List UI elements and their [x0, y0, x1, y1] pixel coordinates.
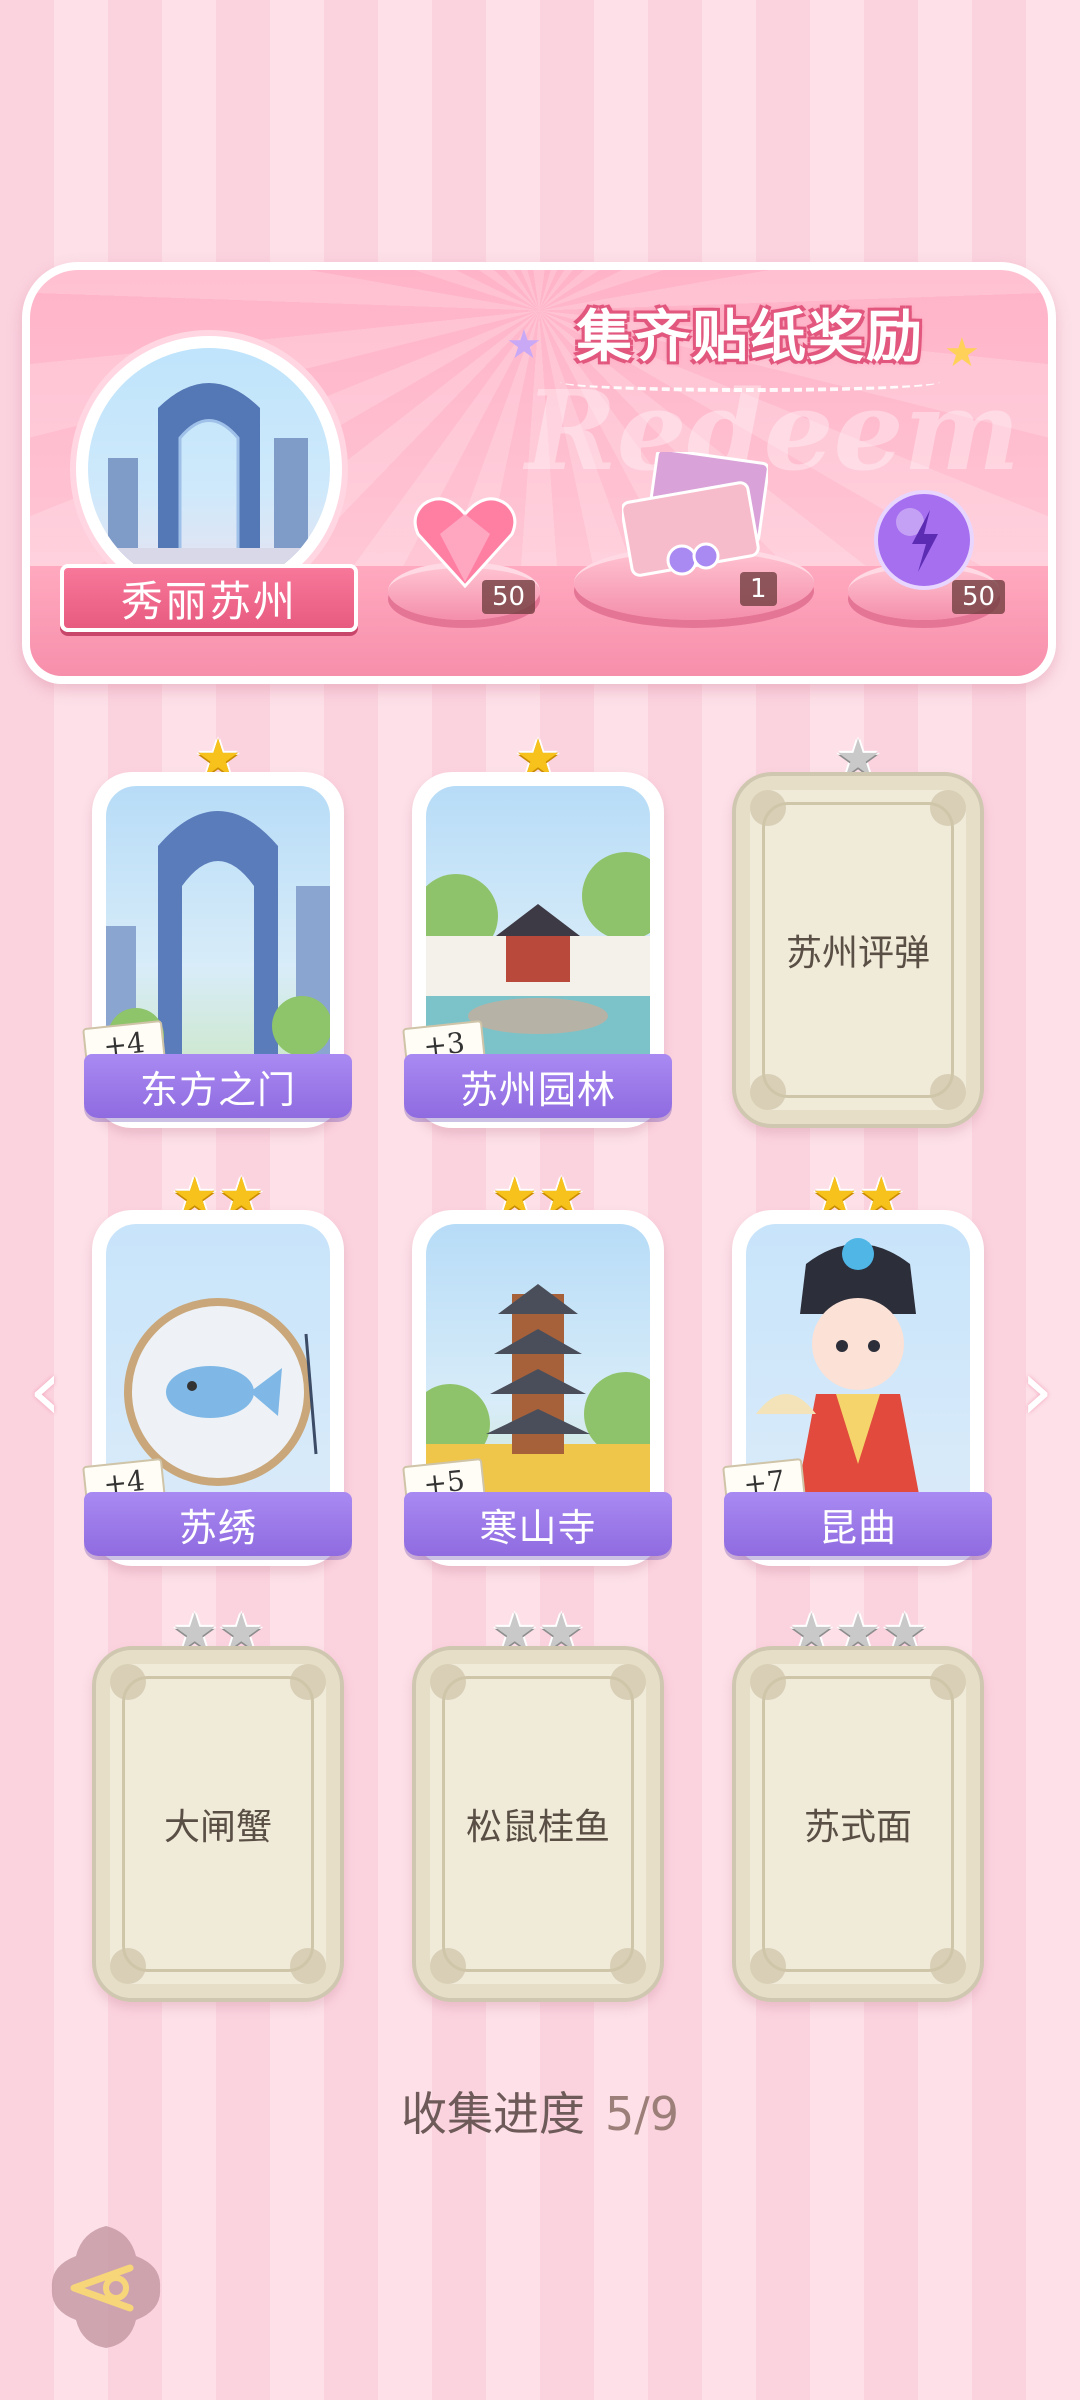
prev-page-arrow-icon[interactable]: ‹ — [20, 1341, 70, 1439]
sticker-card[interactable]: +4 苏绣 — [82, 1210, 352, 1566]
gift-box-icon — [620, 447, 770, 586]
city-name-ribbon: 秀丽苏州 — [60, 564, 358, 632]
next-page-arrow-icon[interactable]: › — [1012, 1341, 1062, 1439]
progress-label: 收集进度 — [400, 2087, 585, 2141]
reward-count: 50 — [482, 580, 536, 614]
sparkle-star-icon: ★ — [506, 322, 542, 368]
collection-progress: 收集进度 5/9 — [0, 2078, 1080, 2144]
locked-card[interactable]: 大闸蟹 — [92, 1646, 344, 2002]
card-name: 大闸蟹 — [122, 1676, 314, 1972]
reward-title: 集齐贴纸奖励 — [576, 304, 924, 370]
back-arrow-icon — [51, 2226, 161, 2348]
reward-count: 50 — [952, 580, 1006, 614]
sticker-card[interactable]: +4 东方之门 — [82, 772, 352, 1128]
card-name: 苏州园林 — [404, 1054, 672, 1118]
card-name: 东方之门 — [84, 1054, 352, 1118]
locked-card[interactable]: 松鼠桂鱼 — [412, 1646, 664, 2002]
sticker-card[interactable]: +7 昆曲 — [722, 1210, 992, 1566]
reward-count: 1 — [740, 572, 777, 606]
card-name: 寒山寺 — [404, 1492, 672, 1556]
card-name: 昆曲 — [724, 1492, 992, 1556]
locked-card[interactable]: 苏州评弹 — [732, 772, 984, 1128]
card-name: 苏式面 — [762, 1676, 954, 1972]
sticker-card[interactable]: +5 寒山寺 — [402, 1210, 672, 1566]
card-name: 苏州评弹 — [762, 802, 954, 1098]
city-image — [88, 348, 330, 590]
locked-card[interactable]: 苏式面 — [732, 1646, 984, 2002]
progress-value: 5/9 — [604, 2087, 680, 2141]
heart-gem-icon — [410, 494, 520, 594]
card-name: 苏绣 — [84, 1492, 352, 1556]
title-underline — [560, 372, 940, 392]
sparkle-star-icon: ★ — [944, 330, 980, 376]
gate-of-orient-illustration — [88, 383, 330, 590]
back-button[interactable] — [46, 2222, 166, 2352]
sticker-card[interactable]: +3 苏州园林 — [402, 772, 672, 1128]
city-badge[interactable] — [76, 336, 342, 602]
card-name: 松鼠桂鱼 — [442, 1676, 634, 1972]
